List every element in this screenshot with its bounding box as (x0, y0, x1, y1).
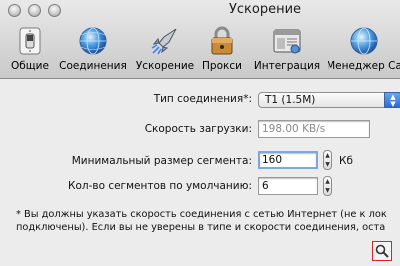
min-segment-field[interactable]: 160 (258, 151, 318, 169)
padlock-icon (207, 26, 237, 56)
download-speed-field: 198.00 KB/s (258, 120, 370, 138)
toolbar-item-proxy[interactable]: Прокси (202, 26, 242, 78)
segments-default-stepper[interactable]: ▲ ▼ (323, 176, 332, 196)
min-segment-label: Минимальный размер сегмента: (71, 155, 252, 167)
close-window-button[interactable] (8, 4, 21, 17)
connection-type-value: T1 (1.5M) (265, 94, 316, 106)
toolbar-label: Общие (11, 60, 49, 72)
toolbar-item-acceleration[interactable]: Ускорение (134, 26, 196, 78)
magnifier-button[interactable] (372, 241, 392, 261)
zoom-window-button[interactable] (48, 4, 61, 17)
select-arrows-icon: ▲ ▼ (384, 92, 400, 108)
note-line-2: подключены). Если вы не уверены в типе и… (16, 222, 386, 233)
toolbar-item-integration[interactable]: Интеграция (252, 26, 322, 78)
toolbar-label: Соединения (59, 60, 127, 72)
window-chrome: Ускорение Общие Соединения Ускорение Про… (0, 0, 400, 79)
globe-site-icon (349, 26, 379, 56)
light-switch-icon (15, 26, 45, 56)
toolbar-label: Интеграция (253, 60, 321, 72)
min-segment-unit: Кб (339, 155, 353, 167)
min-segment-stepper[interactable]: ▲ ▼ (323, 150, 332, 170)
segments-default-field[interactable]: 6 (258, 177, 318, 195)
download-speed-label: Скорость загрузки: (144, 123, 252, 135)
toolbar-label: Ускорение (135, 60, 195, 72)
window-title: Ускорение (228, 2, 302, 17)
note-line-1: * Вы должны указать скорость соединения … (16, 209, 387, 220)
connection-type-select[interactable]: T1 (1.5M) ▲ ▼ (258, 92, 400, 108)
toolbar-label: Менеджер Са (328, 60, 400, 72)
app-window-icon (272, 26, 302, 56)
toolbar-item-connections[interactable]: Соединения (58, 26, 128, 78)
magnifier-icon (375, 244, 389, 258)
preferences-toolbar: Общие Соединения Ускорение Прокси Интегр… (0, 26, 400, 78)
toolbar-label: Прокси (202, 60, 242, 72)
segments-default-label: Кол-во сегментов по умолчанию: (68, 180, 252, 192)
toolbar-item-site-manager[interactable]: Менеджер Са (328, 26, 400, 78)
toolbar-item-general[interactable]: Общие (11, 26, 49, 78)
window-controls (8, 4, 61, 17)
minimize-window-button[interactable] (28, 4, 41, 17)
acceleration-pane: Тип соединения*: T1 (1.5M) ▲ ▼ Скорость з… (0, 80, 400, 266)
rocket-icon (150, 26, 180, 56)
connection-type-label: Тип соединения*: (153, 93, 252, 105)
globe-icon (78, 26, 108, 56)
